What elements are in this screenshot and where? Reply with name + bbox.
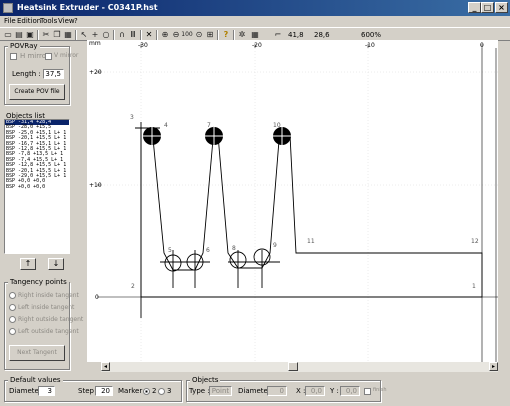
object-y-label: Y : xyxy=(330,387,339,395)
scroll-left-button[interactable]: ◂ xyxy=(101,362,110,371)
finish-checkbox[interactable] xyxy=(364,388,371,395)
marker-3-label: 3 xyxy=(167,387,172,395)
object-x-label: X : xyxy=(296,387,306,395)
marker-2-radio[interactable] xyxy=(143,388,150,395)
default-diameter-input[interactable]: 3 xyxy=(38,386,55,396)
drawing-canvas[interactable]: -30 -20 -10 0 +20 +10 0 1 2 3 4 5 6 7 8 … xyxy=(0,0,510,406)
x-tick-label: 0 xyxy=(480,42,484,49)
step-input[interactable]: 20 xyxy=(95,386,113,396)
object-type-label: Type : xyxy=(189,387,210,395)
marker-3-radio[interactable] xyxy=(158,388,165,395)
horizontal-scrollbar[interactable] xyxy=(101,362,498,372)
marker-2-label: 2 xyxy=(152,387,157,395)
object-x-input[interactable]: 0,0 xyxy=(305,386,325,396)
scroll-right-button[interactable]: ▸ xyxy=(489,362,498,371)
point-label: 8 xyxy=(232,245,236,252)
x-tick-label: -10 xyxy=(365,42,375,49)
y-tick-label: 0 xyxy=(95,294,99,301)
point-label: 12 xyxy=(471,238,479,245)
point-label: 1 xyxy=(472,283,476,290)
default-values-title: Default values xyxy=(8,376,63,384)
y-tick-label: +20 xyxy=(89,69,102,76)
scrollbar-thumb[interactable] xyxy=(288,362,298,371)
object-y-input[interactable]: 0,0 xyxy=(340,386,360,396)
point-label: 6 xyxy=(206,247,210,254)
point-label: 4 xyxy=(164,122,168,129)
point-label: 3 xyxy=(130,114,134,121)
point-label: 10 xyxy=(273,122,281,129)
canvas-background xyxy=(101,48,498,362)
objects-group-title: Objects xyxy=(190,376,221,384)
finish-label: finish xyxy=(373,387,387,393)
object-diameter-input[interactable]: 0 xyxy=(267,386,287,396)
point-label: 9 xyxy=(273,242,277,249)
y-tick-label: +10 xyxy=(89,182,102,189)
point-label: 2 xyxy=(131,283,135,290)
x-tick-label: -30 xyxy=(138,42,148,49)
point-label: 11 xyxy=(307,238,315,245)
object-type-field: Point xyxy=(209,386,232,396)
x-tick-label: -20 xyxy=(252,42,262,49)
point-label: 7 xyxy=(207,122,211,129)
point-label: 5 xyxy=(168,247,172,254)
